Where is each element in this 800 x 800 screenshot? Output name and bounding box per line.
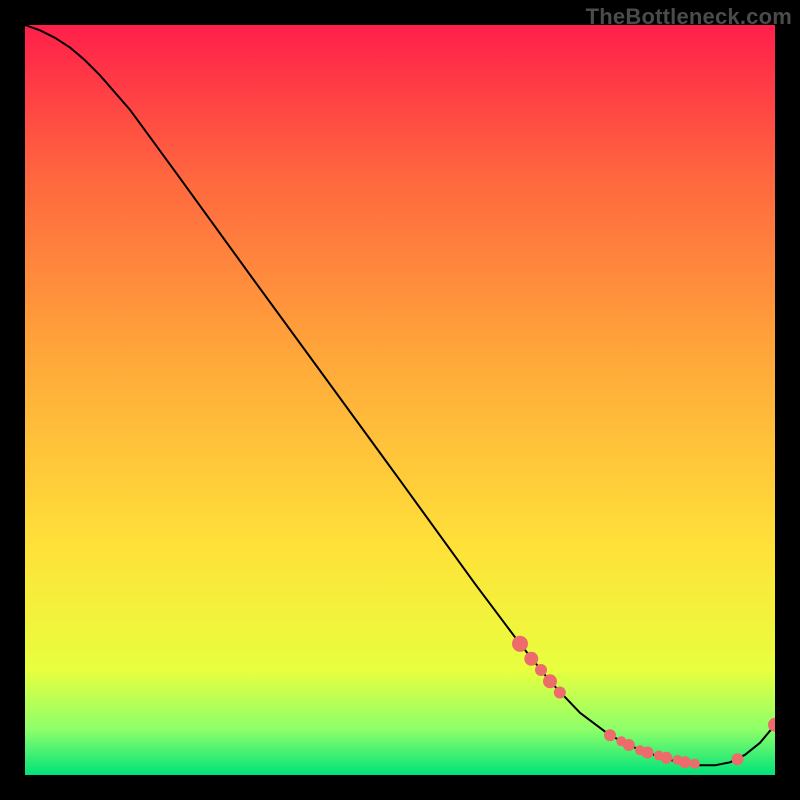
curve-marker [623,739,635,751]
curve-marker [642,747,654,759]
curve-marker [690,759,700,769]
chart-background [25,25,775,775]
chart-plot [25,25,775,775]
curve-marker [679,756,691,768]
curve-marker [535,664,547,676]
curve-marker [554,687,566,699]
chart-svg [25,25,775,775]
watermark-text: TheBottleneck.com [586,4,792,30]
chart-stage: TheBottleneck.com [0,0,800,800]
curve-marker [512,636,528,652]
curve-marker [660,752,672,764]
curve-marker [543,674,557,688]
curve-marker [604,729,616,741]
curve-marker [732,753,744,765]
curve-marker [524,652,538,666]
